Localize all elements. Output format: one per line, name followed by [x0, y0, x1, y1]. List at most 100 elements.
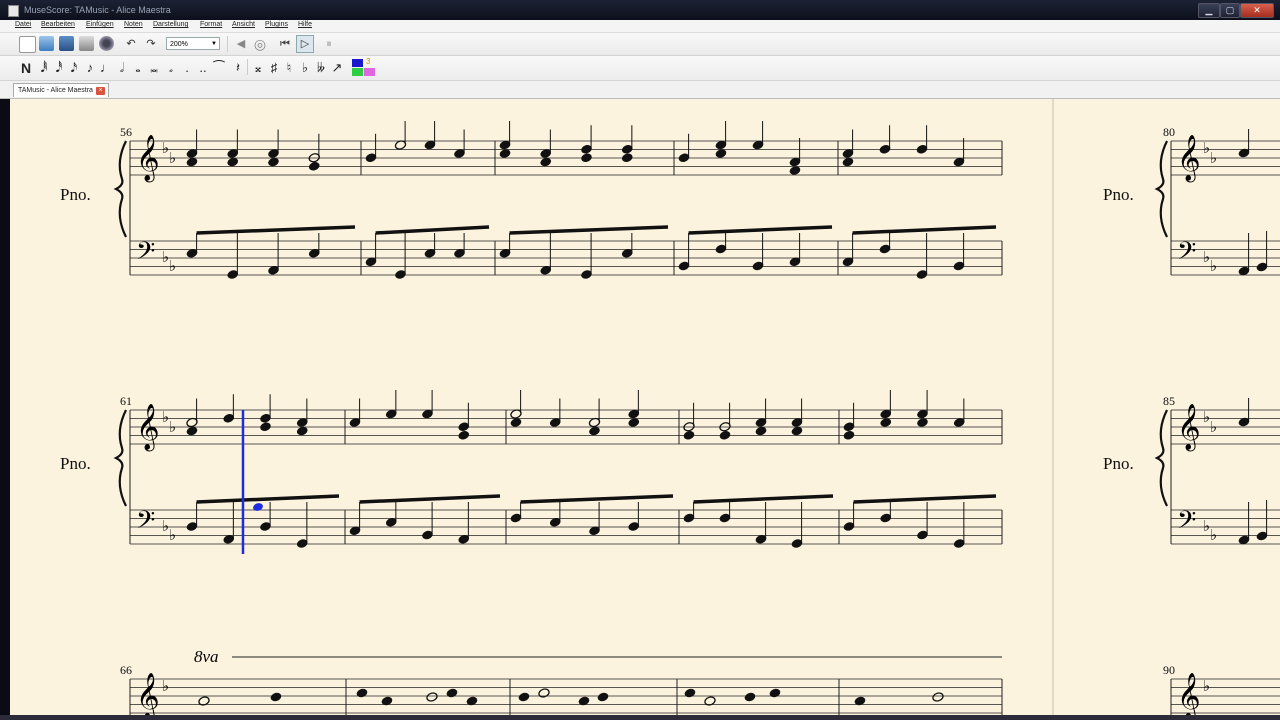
treble-note: [621, 153, 633, 162]
save-icon[interactable]: [59, 36, 74, 51]
rest-icon[interactable]: 𝄽: [232, 60, 244, 76]
treble-note: [744, 692, 756, 702]
treble-clef-icon: 𝄞: [1177, 673, 1201, 715]
treble-note: [538, 688, 550, 698]
close-button[interactable]: ✕: [1240, 3, 1274, 18]
pause-icon[interactable]: ⏸: [321, 36, 337, 52]
bass-clef-icon: 𝄢: [136, 506, 155, 541]
metronome-icon[interactable]: ◎: [252, 36, 268, 52]
piano-brace: [1154, 409, 1168, 507]
app-icon: [8, 5, 19, 17]
beam: [196, 494, 340, 504]
rewind-icon[interactable]: ⏮: [277, 36, 293, 52]
flat-icon[interactable]: ♭: [299, 60, 311, 76]
redo-icon[interactable]: ↷: [143, 36, 159, 52]
measure-number: 56: [120, 125, 132, 139]
piano-brace: [113, 409, 127, 507]
treble-note: [308, 162, 320, 171]
beam: [359, 494, 501, 504]
menu-hilfe[interactable]: Hilfe: [298, 21, 312, 28]
key-flat-icon: ♭: [1210, 419, 1217, 436]
menu-format[interactable]: Format: [200, 21, 222, 28]
close-tab-icon[interactable]: ×: [96, 87, 105, 95]
key-flat-icon: ♭: [169, 419, 176, 436]
measure-number: 66: [120, 663, 132, 677]
double-dot-icon[interactable]: ..: [197, 60, 209, 75]
minimize-button[interactable]: ▁: [1198, 3, 1220, 18]
key-flat-icon: ♭: [169, 150, 176, 167]
longa-icon[interactable]: 𝅗: [165, 60, 177, 76]
tie-icon[interactable]: ⁀: [213, 60, 225, 76]
double-flat-icon[interactable]: 𝄫: [315, 60, 327, 76]
note-input-mode-button[interactable]: N: [20, 60, 32, 76]
treble-clef-icon: 𝄞: [1177, 135, 1201, 183]
treble-note: [684, 688, 696, 698]
zoom-select[interactable]: 200% ▼: [166, 37, 220, 50]
32nd-note-icon[interactable]: 𝅘𝅥𝅰: [53, 60, 65, 76]
double-sharp-icon[interactable]: 𝄪: [252, 60, 264, 76]
menu-ansicht[interactable]: Ansicht: [232, 21, 255, 28]
print-icon[interactable]: [79, 36, 94, 51]
flip-direction-icon[interactable]: ↗: [331, 60, 343, 76]
beam: [852, 225, 997, 235]
treble-note: [581, 153, 592, 162]
menu-noten[interactable]: Noten: [124, 21, 143, 28]
64th-note-icon[interactable]: 𝅘𝅥𝅱: [38, 60, 50, 76]
menu-datei[interactable]: Datei: [15, 21, 31, 28]
voice-1-button[interactable]: [352, 59, 363, 67]
score-tab-bar: TAMusic - Alice Maestra ×: [0, 81, 1280, 99]
menu-bearbeiten[interactable]: Bearbeiten: [41, 21, 75, 28]
piano-brace: [1154, 140, 1168, 238]
voice-4-button[interactable]: [364, 68, 375, 76]
treble-note: [458, 431, 470, 440]
score-tab[interactable]: TAMusic - Alice Maestra ×: [13, 83, 109, 97]
beam: [853, 494, 997, 504]
share-icon[interactable]: [99, 36, 114, 51]
maximize-button[interactable]: ▢: [1220, 3, 1240, 18]
measure-number: 61: [120, 394, 132, 408]
eighth-note-icon[interactable]: ♪: [84, 60, 96, 75]
zoom-value: 200%: [170, 41, 188, 48]
quarter-note-icon[interactable]: ♩: [100, 60, 113, 75]
score-canvas[interactable]: 𝄞 𝄢 ♭ ♭ ♭ ♭ 56 Pno. 𝄞 𝄢 ♭ ♭ ♭ ♭ 61 Pno. 𝄞 ♭ 66 8va 𝄞 𝄢 ♭ ♭ ♭ ♭ 80 P…: [10, 99, 1280, 715]
key-flat-icon: ♭: [162, 678, 169, 695]
beam: [196, 225, 356, 235]
double-whole-note-icon[interactable]: 𝅜: [148, 60, 160, 76]
status-strip: [0, 715, 1280, 720]
sharp-icon[interactable]: ♯: [268, 60, 280, 75]
undo-icon[interactable]: ↶: [123, 36, 139, 52]
selected-note: [253, 503, 263, 511]
open-file-icon[interactable]: [39, 36, 54, 51]
half-note-icon[interactable]: 𝅗𝅥: [116, 60, 128, 76]
beam: [688, 225, 833, 235]
menu-darstellung[interactable]: Darstellung: [153, 21, 188, 28]
16th-note-icon[interactable]: 𝅘𝅥𝅯: [68, 60, 80, 76]
treble-clef-icon: 𝄞: [136, 135, 160, 183]
bass-staff: [130, 240, 1002, 276]
whole-note-icon[interactable]: 𝅝: [132, 60, 144, 76]
bass-clef-icon: 𝄢: [1177, 506, 1196, 541]
bass-clef-icon: 𝄢: [136, 237, 155, 272]
score-page[interactable]: 𝄞𝄢♭♭♭♭56Pno.𝄞𝄢♭♭♭♭61Pno.𝄞 ♭668va𝄞𝄢♭♭♭♭80P…: [10, 99, 1280, 715]
menu-einfuegen[interactable]: Einfügen: [86, 21, 114, 28]
treble-note: [426, 692, 438, 702]
octave-marking: 8va: [194, 647, 219, 666]
window-title: MuseScore: TAMusic - Alice Maestra: [24, 5, 171, 15]
treble-note: [356, 688, 368, 698]
bass-clef-icon: 𝄢: [1177, 237, 1196, 272]
menu-plugins[interactable]: Plugins: [265, 21, 288, 28]
natural-icon[interactable]: ♮: [283, 60, 295, 76]
chevron-down-icon: ▼: [211, 41, 217, 47]
title-bar: MuseScore: TAMusic - Alice Maestra ▁ ▢ ✕: [0, 0, 1280, 20]
key-flat-icon: ♭: [1203, 678, 1210, 695]
augmentation-dot-icon[interactable]: .: [181, 60, 193, 75]
treble-clef-icon: 𝄞: [136, 673, 160, 715]
new-file-icon[interactable]: [19, 36, 36, 53]
voice-3-label[interactable]: 3: [366, 57, 370, 66]
speaker-icon[interactable]: ◀: [233, 36, 249, 52]
score-tab-label: TAMusic - Alice Maestra: [18, 87, 93, 94]
treble-staff: [130, 140, 1002, 176]
key-flat-icon: ♭: [1210, 150, 1217, 167]
play-icon[interactable]: ▷: [296, 35, 314, 53]
voice-2-button[interactable]: [352, 68, 363, 76]
